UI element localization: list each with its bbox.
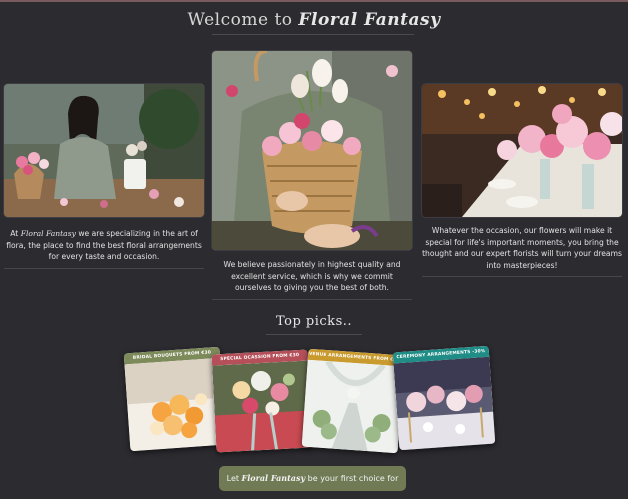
cta-brand: Floral Fantasy	[241, 473, 306, 483]
venue-arrangements-card[interactable]: VENUE ARRANGEMENTS FROM €150	[301, 348, 405, 454]
cta-button[interactable]: Let Floral Fantasy be your first choice …	[219, 466, 406, 491]
florist-photo	[4, 84, 204, 217]
bridal-bouquets-card[interactable]: BRIDAL BOUQUETS FROM €30	[123, 346, 227, 452]
caption-2-divider	[212, 299, 412, 300]
title-divider	[212, 34, 414, 35]
ceremony-arrangements-image	[393, 356, 496, 451]
intro-caption-3: Whatever the occasion, our flowers will …	[422, 226, 622, 270]
caption-3-divider	[422, 276, 622, 277]
venue-arrangements-image	[301, 359, 404, 454]
basket-bouquet-photo	[212, 51, 412, 250]
top-border	[0, 0, 628, 2]
page-title: Welcome to Floral Fantasy	[0, 10, 628, 30]
intro-caption-1: At Floral Fantasy we are specializing in…	[6, 229, 202, 261]
ceremony-arrangements-card[interactable]: CEREMONY ARRANGEMENTS -30%	[392, 345, 496, 451]
special-occasion-card[interactable]: SPECIAL OCASSION FROM €30	[211, 349, 313, 453]
caption-brand: Floral Fantasy	[20, 229, 76, 238]
top-picks-divider	[266, 334, 362, 335]
title-prefix: Welcome to	[187, 10, 293, 30]
table-setting-photo	[422, 84, 622, 217]
bridal-bouquet-image	[124, 357, 227, 452]
title-brand: Floral Fantasy	[298, 10, 441, 30]
top-picks-title: Top picks..	[275, 314, 353, 329]
intro-caption-2: We believe passionately in highest quali…	[223, 260, 401, 292]
special-occasion-image	[212, 360, 313, 453]
caption-1-divider	[4, 268, 204, 269]
